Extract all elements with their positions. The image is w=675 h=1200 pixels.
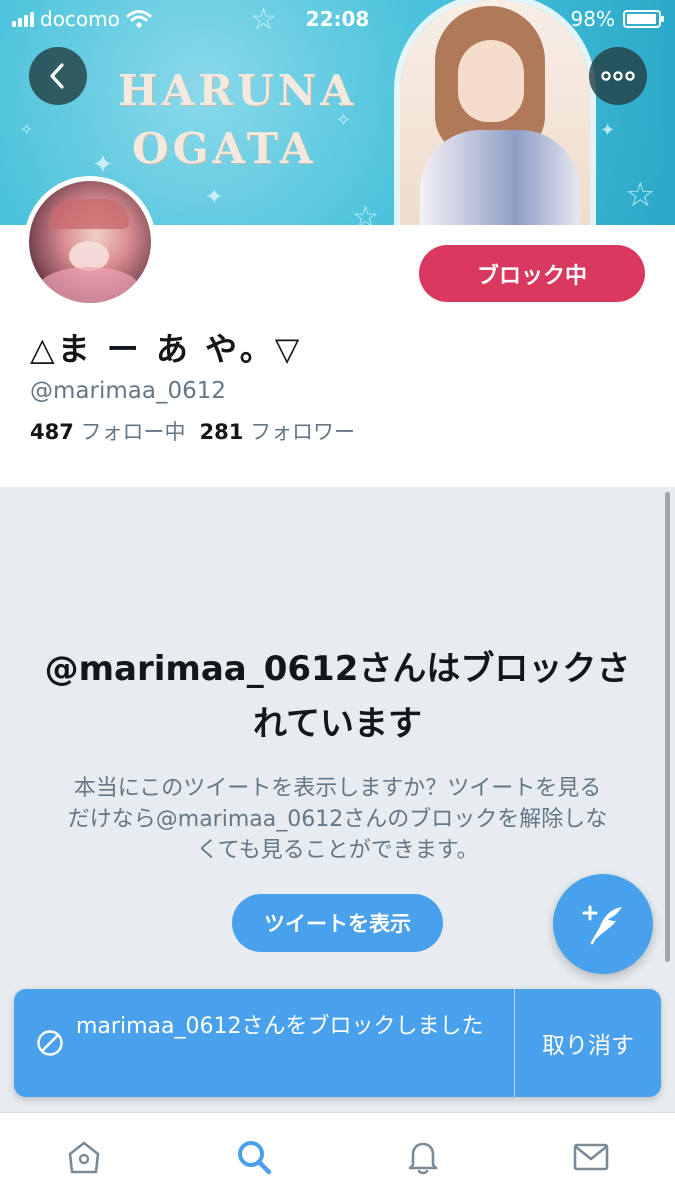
status-bar: docomo 22:08 98% <box>0 0 675 38</box>
battery-icon <box>623 10 664 28</box>
toast-message: marimaa_0612さんをブロックしました <box>76 1014 484 1039</box>
show-tweets-button[interactable]: ツイートを表示 <box>232 894 443 952</box>
more-button[interactable] <box>589 47 647 105</box>
banner-title-line2: OGATA <box>132 124 317 173</box>
display-name: △ま ー あ や。▽ <box>30 330 303 368</box>
search-icon <box>238 1141 272 1175</box>
compose-tweet-button[interactable] <box>553 874 653 974</box>
follow-stats: 487 フォロー中 281 フォロワー <box>30 416 355 446</box>
user-handle: @marimaa_0612 <box>30 378 226 404</box>
tab-search[interactable] <box>230 1133 278 1181</box>
back-button[interactable] <box>29 47 87 105</box>
star-decoration: ☆ <box>352 200 379 225</box>
tab-home[interactable] <box>60 1133 108 1181</box>
more-dots-icon <box>601 71 635 81</box>
following-link[interactable]: 487 フォロー中 <box>30 420 186 444</box>
star-decoration: ✦ <box>205 185 224 210</box>
blocked-toast: marimaa_0612さんをブロックしました 取り消す <box>14 989 661 1097</box>
chevron-left-icon <box>50 63 64 89</box>
tab-notifications[interactable] <box>399 1133 447 1181</box>
star-decoration: ☆ <box>625 175 656 215</box>
followers-count: 281 <box>199 420 244 444</box>
blocked-icon <box>37 1030 63 1056</box>
blocked-title: @marimaa_0612さんはブロックされています <box>44 649 631 744</box>
following-count: 487 <box>30 420 74 444</box>
home-icon <box>68 1141 100 1174</box>
scrollbar[interactable] <box>665 492 670 962</box>
tab-bar <box>0 1112 675 1200</box>
blocked-description: 本当にこのツイートを表示しますか？ツイートを見るだけなら@marimaa_061… <box>67 776 608 863</box>
profile-screen: ☆ ✦ ✦ ☆ ✧ ☆ ✦ ✧ HARUNA OGATA docomo 22:0… <box>0 0 675 1200</box>
following-label: フォロー中 <box>80 420 186 444</box>
notifications-icon <box>408 1142 438 1175</box>
compose-feather-icon <box>582 905 622 945</box>
blocked-status-button[interactable]: ブロック中 <box>419 245 645 302</box>
battery-percent: 98% <box>570 7 615 31</box>
banner-title-line1: HARUNA <box>118 66 357 115</box>
followers-label: フォロワー <box>250 420 356 444</box>
avatar[interactable] <box>24 176 156 308</box>
followers-link[interactable]: 281 フォロワー <box>200 420 356 444</box>
banner-title: HARUNA OGATA <box>118 62 357 178</box>
star-decoration: ✧ <box>20 120 34 139</box>
tab-messages[interactable] <box>567 1133 615 1181</box>
messages-icon <box>573 1143 609 1171</box>
undo-button[interactable]: 取り消す <box>515 989 661 1097</box>
star-decoration: ✦ <box>600 120 616 141</box>
